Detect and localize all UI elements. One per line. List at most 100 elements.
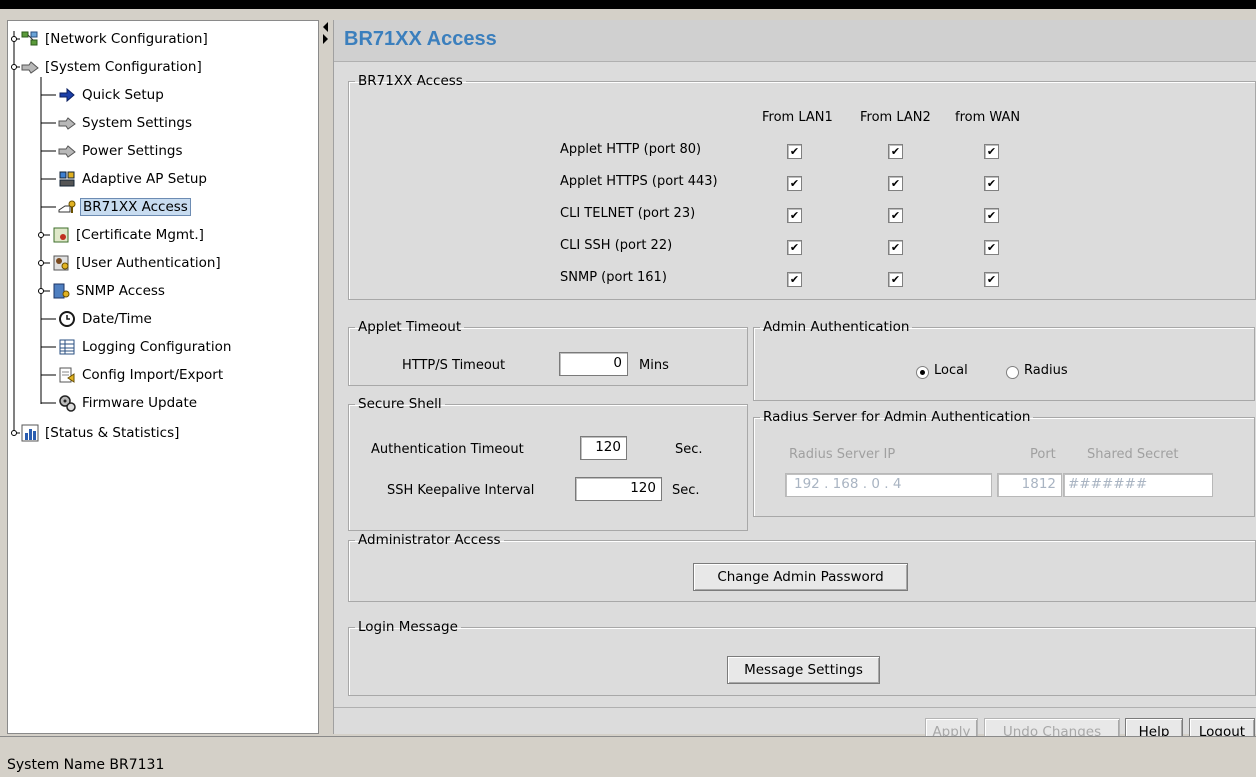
certificate-icon — [53, 227, 69, 243]
checkbox-snmp-lan2[interactable]: ✔ — [888, 272, 903, 287]
nav-certificate-mgmt-label: [Certificate Mgmt.] — [76, 227, 204, 243]
expand-right-icon[interactable] — [323, 34, 328, 44]
keepalive-field[interactable]: 120 — [575, 477, 662, 501]
auth-local-radio[interactable] — [916, 366, 929, 379]
nav-system-settings[interactable]: System Settings — [58, 112, 194, 134]
power-arrows-icon — [58, 145, 76, 158]
ip-octet-1: 192 — [794, 476, 820, 492]
access-point-icon — [59, 171, 75, 187]
column-from-lan2: From LAN2 — [860, 110, 931, 125]
arrow-right-icon — [59, 87, 75, 103]
nav-system-configuration[interactable]: [System Configuration] — [21, 56, 204, 78]
nav-br71xx-access[interactable]: BR71XX Access — [58, 196, 191, 218]
panel-splitter[interactable] — [320, 20, 332, 734]
column-from-wan: from WAN — [955, 110, 1021, 125]
radius-port-field: 1812 — [997, 473, 1062, 497]
log-grid-icon — [59, 339, 75, 355]
https-timeout-label: HTTP/S Timeout — [402, 358, 506, 373]
auth-radius-radio[interactable] — [1006, 366, 1019, 379]
auth-timeout-label: Authentication Timeout — [371, 442, 524, 457]
page-title: BR71XX Access — [344, 28, 497, 50]
nav-config-import-export[interactable]: Config Import/Export — [58, 364, 225, 386]
br71xx-access-group: BR71XX Access — [348, 73, 1256, 300]
nav-system-configuration-label: [System Configuration] — [45, 59, 202, 75]
collapse-left-icon[interactable] — [323, 22, 328, 32]
top-window-band — [0, 0, 1256, 9]
row-label-cli-telnet: CLI TELNET (port 23) — [560, 206, 696, 221]
nav-date-time[interactable]: Date/Time — [58, 308, 154, 330]
applet-timeout-legend: Applet Timeout — [358, 319, 462, 335]
nav-firmware-update[interactable]: Firmware Update — [58, 392, 199, 414]
nav-snmp-access-label: SNMP Access — [76, 283, 165, 299]
secure-shell-group: Secure Shell — [348, 396, 748, 531]
ip-octet-3: 0 — [871, 476, 880, 492]
system-name-text: System Name BR7131 — [7, 757, 165, 773]
radius-server-legend: Radius Server for Admin Authentication — [763, 409, 1031, 425]
checkbox-cli-ssh-lan1[interactable]: ✔ — [787, 240, 802, 255]
br71xx-access-legend: BR71XX Access — [358, 73, 463, 89]
nav-firmware-update-label: Firmware Update — [82, 395, 198, 411]
auth-timeout-field[interactable]: 120 — [580, 436, 627, 460]
nav-date-time-label: Date/Time — [82, 311, 152, 327]
nav-snmp-access[interactable]: SNMP Access — [52, 280, 167, 302]
secure-shell-legend: Secure Shell — [358, 396, 442, 412]
checkbox-cli-ssh-lan2[interactable]: ✔ — [888, 240, 903, 255]
checkbox-cli-telnet-lan2[interactable]: ✔ — [888, 208, 903, 223]
nav-adaptive-ap-setup-label: Adaptive AP Setup — [82, 171, 208, 187]
ip-separator-1: . — [824, 476, 829, 492]
keepalive-label: SSH Keepalive Interval — [387, 483, 535, 498]
checkbox-applet-https-lan1[interactable]: ✔ — [787, 176, 802, 191]
nav-network-configuration[interactable]: [Network Configuration] — [21, 28, 210, 50]
key-lock-icon — [58, 200, 76, 213]
network-icon — [21, 31, 38, 46]
checkbox-applet-http-wan[interactable]: ✔ — [984, 144, 999, 159]
login-message-legend: Login Message — [358, 619, 458, 635]
checkbox-snmp-lan1[interactable]: ✔ — [787, 272, 802, 287]
nav-user-authentication-label: [User Authentication] — [76, 255, 221, 271]
gears-icon — [59, 395, 76, 412]
clock-icon — [59, 311, 75, 327]
checkbox-applet-https-lan2[interactable]: ✔ — [888, 176, 903, 191]
nav-user-authentication[interactable]: [User Authentication] — [52, 252, 223, 274]
page-title-bar: BR71XX Access — [334, 20, 1256, 62]
auth-timeout-unit: Sec. — [675, 442, 703, 457]
keepalive-unit: Sec. — [672, 483, 700, 498]
admin-authentication-group: Admin Authentication — [753, 319, 1255, 401]
checkbox-applet-https-wan[interactable]: ✔ — [984, 176, 999, 191]
radius-server-group: Radius Server for Admin Authentication — [753, 409, 1255, 517]
nav-quick-setup-label: Quick Setup — [82, 87, 164, 103]
radius-secret-field: ####### — [1063, 473, 1213, 497]
checkbox-snmp-wan[interactable]: ✔ — [984, 272, 999, 287]
nav-certificate-mgmt[interactable]: [Certificate Mgmt.] — [52, 224, 206, 246]
checkbox-cli-telnet-wan[interactable]: ✔ — [984, 208, 999, 223]
main-panel: BR71XX Access BR71XX Access From LAN1 Fr… — [333, 20, 1256, 746]
auth-local-label[interactable]: Local — [934, 363, 968, 378]
footer-divider — [334, 707, 1256, 708]
ip-octet-2: 168 — [832, 476, 859, 492]
nav-status-statistics[interactable]: [Status & Statistics] — [21, 422, 181, 444]
nav-power-settings[interactable]: Power Settings — [58, 140, 184, 162]
radius-ip-field: 192 . 168 . 0 . 4 — [785, 473, 992, 497]
radius-ip-label: Radius Server IP — [789, 447, 896, 462]
checkbox-applet-http-lan2[interactable]: ✔ — [888, 144, 903, 159]
checkbox-cli-ssh-wan[interactable]: ✔ — [984, 240, 999, 255]
ip-separator-2: . — [862, 476, 868, 492]
https-timeout-field[interactable]: 0 — [559, 352, 628, 376]
status-bar: System Name BR7131 — [0, 736, 1256, 777]
nav-logging-configuration[interactable]: Logging Configuration — [58, 336, 233, 358]
auth-radius-label[interactable]: Radius — [1024, 363, 1068, 378]
admin-authentication-legend: Admin Authentication — [763, 319, 910, 335]
row-label-snmp: SNMP (port 161) — [560, 270, 667, 285]
checkbox-applet-http-lan1[interactable]: ✔ — [787, 144, 802, 159]
message-settings-button[interactable]: Message Settings — [727, 656, 880, 684]
row-label-applet-https: Applet HTTPS (port 443) — [560, 174, 718, 189]
checkbox-cli-telnet-lan1[interactable]: ✔ — [787, 208, 802, 223]
nav-adaptive-ap-setup[interactable]: Adaptive AP Setup — [58, 168, 209, 190]
https-timeout-unit: Mins — [639, 358, 669, 373]
administrator-access-legend: Administrator Access — [358, 532, 501, 548]
nav-quick-setup[interactable]: Quick Setup — [58, 84, 166, 106]
import-export-icon — [59, 367, 75, 383]
change-admin-password-button[interactable]: Change Admin Password — [693, 563, 908, 591]
nav-system-settings-label: System Settings — [82, 115, 193, 131]
nav-network-configuration-label: [Network Configuration] — [45, 31, 208, 47]
